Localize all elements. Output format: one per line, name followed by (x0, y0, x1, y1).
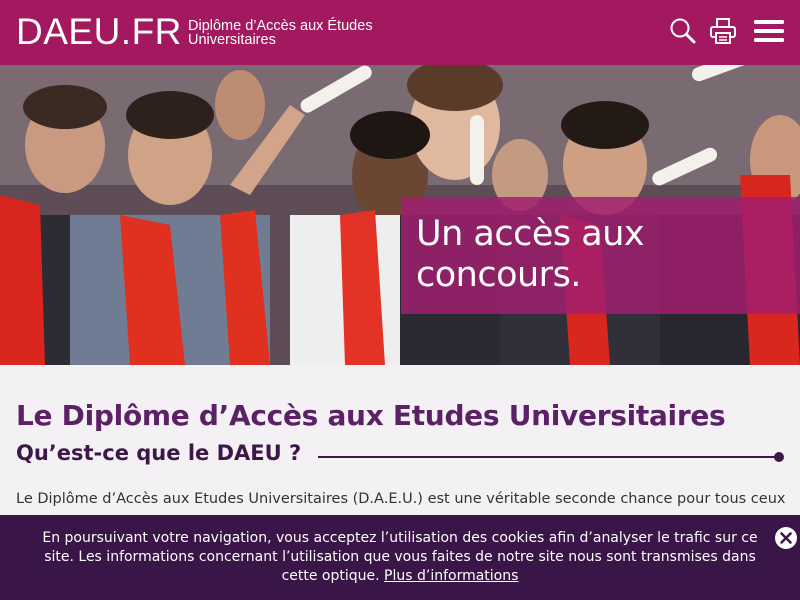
close-icon[interactable] (775, 527, 797, 549)
site-header: DAEU.FR Diplôme d’Accès aux Études Unive… (0, 0, 800, 65)
heading-divider-dot (774, 452, 784, 462)
section-heading-row: Qu’est-ce que le DAEU ? (16, 441, 786, 471)
page-title: Le Diplôme d’Accès aux Etudes Universita… (16, 399, 726, 432)
cookie-message: En poursuivant votre navigation, vous ac… (30, 529, 770, 586)
site-tagline: Diplôme d’Accès aux Études Universitaire… (188, 18, 373, 48)
search-icon[interactable] (666, 14, 700, 48)
print-icon[interactable] (706, 14, 740, 48)
hero-caption: Un accès aux concours. (416, 214, 645, 295)
hamburger-menu-icon[interactable] (752, 14, 786, 48)
more-info-link[interactable]: Plus d’informations (384, 568, 518, 584)
site-logo[interactable]: DAEU.FR (16, 10, 182, 54)
cookie-banner: En poursuivant votre navigation, vous ac… (0, 515, 800, 600)
hero-caption-box: Un accès aux concours. (401, 197, 800, 314)
intro-paragraph: Le Diplôme d’Accès aux Etudes Universita… (16, 491, 786, 507)
section-heading: Qu’est-ce que le DAEU ? (16, 441, 302, 465)
heading-divider (318, 456, 778, 458)
hero-banner: Un accès aux concours. (0, 65, 800, 365)
